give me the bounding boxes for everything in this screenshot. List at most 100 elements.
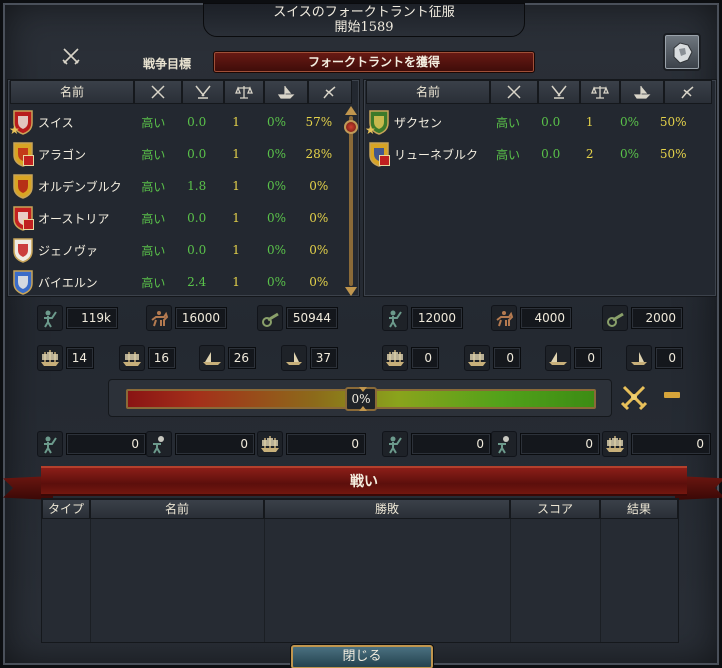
country-name: スイス — [38, 115, 74, 130]
cavalry-icon — [146, 305, 172, 331]
participation-icon[interactable] — [664, 80, 712, 104]
participation-icon[interactable] — [308, 80, 352, 104]
defender-light-ships[interactable]: 0 — [464, 345, 521, 371]
country-flag-icon[interactable] — [12, 141, 34, 167]
column-type[interactable]: タイプ — [42, 499, 90, 519]
battles-table-header: タイプ 名前 勝敗 スコア 結果 — [42, 499, 678, 519]
defender-transports[interactable]: 0 — [626, 345, 683, 371]
ship-losses-icon[interactable] — [620, 80, 664, 104]
heavy-ship-icon — [257, 431, 283, 457]
ship-losses-icon[interactable] — [264, 80, 308, 104]
scroll-down-arrow[interactable] — [345, 287, 357, 296]
war-enthusiasm-value: 高い — [141, 115, 166, 130]
country-flag-icon[interactable] — [12, 237, 34, 263]
attacker-panel: 名前 ★ スイス 高い 0.0 1 0% 57% アラゴン 高い 0.0 1 0% 28% オルデンブルク… — [7, 79, 360, 297]
attacker-row[interactable]: アラゴン 高い 0.0 1 0% 28% — [10, 138, 340, 170]
war-enthusiasm-value: 高い — [141, 179, 166, 194]
war-enthusiasm-value: 高い — [141, 211, 166, 226]
country-flag-icon[interactable] — [12, 173, 34, 199]
attacker-transports-value: 37 — [310, 347, 338, 369]
column-name[interactable]: 名前 — [10, 80, 134, 104]
attacker-light-ships[interactable]: 16 — [119, 345, 176, 371]
scroll-thumb[interactable] — [344, 120, 358, 134]
defender-galleys-value: 0 — [574, 347, 602, 369]
country-flag-icon[interactable] — [12, 269, 34, 295]
balance-value: 1 — [232, 179, 240, 193]
collapse-button[interactable] — [664, 392, 680, 398]
attacker-navy-losses-value: 0 — [286, 433, 366, 455]
country-flag-icon[interactable] — [368, 141, 390, 167]
defender-panel: 名前 ★ ザクセン 高い 0.0 1 0% 50% リューネブルク 高い 0.0 2 0% 50% — [363, 79, 717, 297]
balance-value: 1 — [232, 211, 240, 225]
attacker-cavalry[interactable]: 16000 — [146, 305, 227, 331]
attacker-row[interactable]: ★ スイス 高い 0.0 1 0% 57% — [9, 106, 340, 138]
attrition-icon — [146, 431, 172, 457]
country-name: オーストリア — [38, 211, 110, 226]
attacker-army-losses[interactable]: 0 — [37, 431, 146, 457]
war-contribution-icon[interactable] — [538, 80, 580, 104]
column-score[interactable]: スコア — [510, 499, 600, 519]
light-ship-icon — [119, 345, 145, 371]
war-score-bar[interactable]: 0% — [126, 387, 596, 411]
attacker-infantry[interactable]: 119k — [37, 305, 118, 331]
attacker-scrollbar[interactable] — [344, 106, 358, 296]
attacker-navy-losses[interactable]: 0 — [257, 431, 366, 457]
map-icon — [673, 42, 693, 64]
defender-row[interactable]: ★ ザクセン 高い 0.0 1 0% 50% — [365, 106, 696, 138]
defender-army-losses[interactable]: 0 — [382, 431, 491, 457]
country-flag-icon[interactable] — [12, 205, 34, 231]
war-contribution-icon[interactable] — [182, 80, 224, 104]
balance-scale-icon[interactable] — [580, 80, 620, 104]
attacker-row[interactable]: オーストリア 高い 0.0 1 0% 0% — [10, 202, 340, 234]
country-flag-icon[interactable]: ★ — [365, 109, 390, 137]
losses-value: 0% — [266, 243, 287, 257]
defender-navy-losses[interactable]: 0 — [602, 431, 711, 457]
balance-value: 1 — [232, 115, 240, 129]
defender-galleys[interactable]: 0 — [545, 345, 602, 371]
attacker-transports[interactable]: 37 — [281, 345, 338, 371]
column-result[interactable]: 勝敗 — [264, 499, 510, 519]
scroll-up-arrow[interactable] — [345, 106, 357, 115]
column-battle-name[interactable]: 名前 — [90, 499, 264, 519]
defender-attrition-losses[interactable]: 0 — [491, 431, 600, 457]
losses-value: 0% — [266, 115, 287, 129]
war-contribution-value: 0.0 — [187, 211, 207, 225]
attacker-galleys[interactable]: 26 — [199, 345, 256, 371]
defender-cavalry[interactable]: 4000 — [491, 305, 572, 331]
country-name: オルデンブルク — [38, 179, 122, 194]
light-ship-icon — [464, 345, 490, 371]
attacker-galleys-value: 26 — [228, 347, 256, 369]
close-button[interactable]: 閉じる — [291, 645, 433, 668]
balance-scale-icon[interactable] — [224, 80, 264, 104]
attacker-row[interactable]: バイエルン 高い 2.4 1 0% 0% — [10, 266, 340, 298]
attacker-artillery-value: 50944 — [286, 307, 338, 329]
defender-heavy-ships[interactable]: 0 — [382, 345, 439, 371]
infantry-losses-icon — [37, 431, 63, 457]
balance-value: 1 — [232, 243, 240, 257]
column-outcome[interactable]: 結果 — [600, 499, 678, 519]
battles-title: 戦い — [350, 474, 378, 490]
country-name: リューネブルク — [394, 147, 479, 162]
war-enthusiasm-icon[interactable] — [134, 80, 182, 104]
defender-cavalry-value: 4000 — [520, 307, 572, 329]
balance-value: 2 — [585, 147, 594, 161]
war-enthusiasm-icon[interactable] — [490, 80, 538, 104]
defender-artillery[interactable]: 2000 — [602, 305, 683, 331]
war-goal-value[interactable]: フォークトラントを獲得 — [213, 51, 535, 73]
defender-infantry[interactable]: 12000 — [382, 305, 463, 331]
country-flag-icon[interactable]: ★ — [9, 109, 34, 137]
attacker-artillery[interactable]: 50944 — [257, 305, 338, 331]
country-name: ザクセン — [394, 115, 443, 130]
crossed-swords-icon[interactable] — [61, 46, 81, 66]
column-name[interactable]: 名前 — [366, 80, 490, 104]
attacker-heavy-ships[interactable]: 14 — [37, 345, 94, 371]
attacker-row[interactable]: オルデンブルク 高い 1.8 1 0% 0% — [10, 170, 340, 202]
defender-row[interactable]: リューネブルク 高い 0.0 2 0% 50% — [366, 138, 696, 170]
peace-offer-icon[interactable] — [620, 383, 648, 411]
heavy-ship-icon — [37, 345, 63, 371]
war-enthusiasm-value: 高い — [141, 243, 166, 258]
attacker-row[interactable]: ジェノヴァ 高い 0.0 1 0% 0% — [10, 234, 340, 266]
attacker-attrition-losses[interactable]: 0 — [146, 431, 255, 457]
transport-icon — [281, 345, 307, 371]
map-view-button[interactable] — [663, 33, 701, 71]
